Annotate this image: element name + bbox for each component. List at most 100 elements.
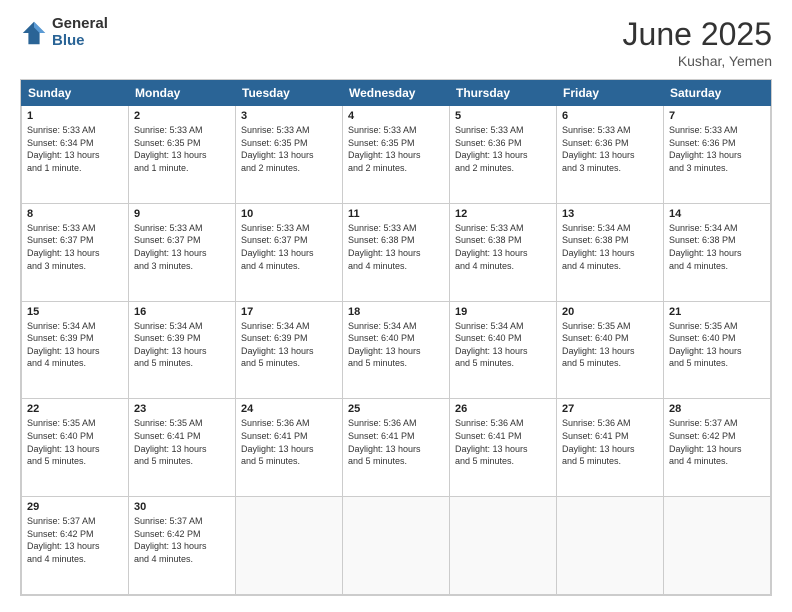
day-info: Sunrise: 5:33 AM Sunset: 6:37 PM Dayligh…: [27, 222, 123, 272]
day-number: 26: [455, 403, 551, 415]
day-cell: [236, 497, 343, 595]
day-number: 6: [562, 110, 658, 122]
day-number: 30: [134, 501, 230, 513]
day-cell: 14 Sunrise: 5:34 AM Sunset: 6:38 PM Dayli…: [664, 203, 771, 301]
day-cell: 3Sunrise: 5:33 AM Sunset: 6:35 PM Daylig…: [236, 106, 343, 204]
day-cell: [557, 497, 664, 595]
day-cell: 30 Sunrise: 5:37 AM Sunset: 6:42 PM Dayli…: [129, 497, 236, 595]
day-info: Sunrise: 5:36 AM Sunset: 6:41 PM Dayligh…: [241, 417, 337, 467]
day-number: 5: [455, 110, 551, 122]
calendar-header: SundayMondayTuesdayWednesdayThursdayFrid…: [22, 81, 771, 106]
day-info: Sunrise: 5:35 AM Sunset: 6:40 PM Dayligh…: [27, 417, 123, 467]
day-cell: 12 Sunrise: 5:33 AM Sunset: 6:38 PM Dayli…: [450, 203, 557, 301]
page: General Blue June 2025 Kushar, Yemen Sun…: [0, 0, 792, 612]
day-cell: 27 Sunrise: 5:36 AM Sunset: 6:41 PM Dayli…: [557, 399, 664, 497]
day-info: Sunrise: 5:34 AM Sunset: 6:40 PM Dayligh…: [455, 320, 551, 370]
header-day-saturday: Saturday: [664, 81, 771, 106]
day-cell: 25 Sunrise: 5:36 AM Sunset: 6:41 PM Dayli…: [343, 399, 450, 497]
day-cell: 18 Sunrise: 5:34 AM Sunset: 6:40 PM Dayli…: [343, 301, 450, 399]
day-info: Sunrise: 5:34 AM Sunset: 6:39 PM Dayligh…: [134, 320, 230, 370]
day-cell: 11 Sunrise: 5:33 AM Sunset: 6:38 PM Dayli…: [343, 203, 450, 301]
day-info: Sunrise: 5:37 AM Sunset: 6:42 PM Dayligh…: [134, 515, 230, 565]
day-number: 13: [562, 208, 658, 220]
day-cell: 24Sunrise: 5:36 AM Sunset: 6:41 PM Dayli…: [236, 399, 343, 497]
header-day-tuesday: Tuesday: [236, 81, 343, 106]
header-day-sunday: Sunday: [22, 81, 129, 106]
day-info: Sunrise: 5:33 AM Sunset: 6:38 PM Dayligh…: [455, 222, 551, 272]
day-cell: 20Sunrise: 5:35 AM Sunset: 6:40 PM Dayli…: [557, 301, 664, 399]
day-info: Sunrise: 5:33 AM Sunset: 6:36 PM Dayligh…: [562, 124, 658, 174]
day-cell: 19 Sunrise: 5:34 AM Sunset: 6:40 PM Dayli…: [450, 301, 557, 399]
day-info: Sunrise: 5:34 AM Sunset: 6:39 PM Dayligh…: [241, 320, 337, 370]
title-block: June 2025 Kushar, Yemen: [623, 16, 772, 69]
day-number: 10: [241, 208, 337, 220]
day-info: Sunrise: 5:33 AM Sunset: 6:37 PM Dayligh…: [134, 222, 230, 272]
day-number: 4: [348, 110, 444, 122]
day-number: 7: [669, 110, 765, 122]
day-cell: 23Sunrise: 5:35 AM Sunset: 6:41 PM Dayli…: [129, 399, 236, 497]
day-info: Sunrise: 5:34 AM Sunset: 6:39 PM Dayligh…: [27, 320, 123, 370]
day-info: Sunrise: 5:37 AM Sunset: 6:42 PM Dayligh…: [27, 515, 123, 565]
day-cell: 16 Sunrise: 5:34 AM Sunset: 6:39 PM Dayli…: [129, 301, 236, 399]
day-info: Sunrise: 5:33 AM Sunset: 6:35 PM Dayligh…: [134, 124, 230, 174]
day-number: 19: [455, 306, 551, 318]
day-cell: 13 Sunrise: 5:34 AM Sunset: 6:38 PM Dayli…: [557, 203, 664, 301]
logo-blue-text: Blue: [52, 33, 108, 50]
day-cell: 26Sunrise: 5:36 AM Sunset: 6:41 PM Dayli…: [450, 399, 557, 497]
day-cell: 28Sunrise: 5:37 AM Sunset: 6:42 PM Dayli…: [664, 399, 771, 497]
day-cell: 6 Sunrise: 5:33 AM Sunset: 6:36 PM Daylig…: [557, 106, 664, 204]
day-number: 8: [27, 208, 123, 220]
week-row-3: 22 Sunrise: 5:35 AM Sunset: 6:40 PM Dayli…: [22, 399, 771, 497]
day-info: Sunrise: 5:34 AM Sunset: 6:38 PM Dayligh…: [562, 222, 658, 272]
day-cell: 21 Sunrise: 5:35 AM Sunset: 6:40 PM Dayli…: [664, 301, 771, 399]
day-number: 25: [348, 403, 444, 415]
day-number: 28: [669, 403, 765, 415]
day-number: 12: [455, 208, 551, 220]
day-info: Sunrise: 5:33 AM Sunset: 6:35 PM Dayligh…: [241, 124, 337, 174]
day-cell: 17 Sunrise: 5:34 AM Sunset: 6:39 PM Dayli…: [236, 301, 343, 399]
logo-icon: [20, 19, 48, 47]
day-cell: 4Sunrise: 5:33 AM Sunset: 6:35 PM Daylig…: [343, 106, 450, 204]
day-number: 15: [27, 306, 123, 318]
day-info: Sunrise: 5:33 AM Sunset: 6:34 PM Dayligh…: [27, 124, 123, 174]
location: Kushar, Yemen: [623, 53, 772, 69]
day-info: Sunrise: 5:33 AM Sunset: 6:37 PM Dayligh…: [241, 222, 337, 272]
day-number: 22: [27, 403, 123, 415]
day-cell: 29 Sunrise: 5:37 AM Sunset: 6:42 PM Dayli…: [22, 497, 129, 595]
day-info: Sunrise: 5:36 AM Sunset: 6:41 PM Dayligh…: [348, 417, 444, 467]
day-number: 14: [669, 208, 765, 220]
header-day-friday: Friday: [557, 81, 664, 106]
day-number: 1: [27, 110, 123, 122]
day-number: 18: [348, 306, 444, 318]
month-title: June 2025: [623, 16, 772, 53]
header: General Blue June 2025 Kushar, Yemen: [20, 16, 772, 69]
day-number: 21: [669, 306, 765, 318]
day-info: Sunrise: 5:35 AM Sunset: 6:40 PM Dayligh…: [562, 320, 658, 370]
week-row-2: 15 Sunrise: 5:34 AM Sunset: 6:39 PM Dayli…: [22, 301, 771, 399]
day-info: Sunrise: 5:34 AM Sunset: 6:38 PM Dayligh…: [669, 222, 765, 272]
day-info: Sunrise: 5:33 AM Sunset: 6:36 PM Dayligh…: [455, 124, 551, 174]
day-cell: 22 Sunrise: 5:35 AM Sunset: 6:40 PM Dayli…: [22, 399, 129, 497]
week-row-1: 8 Sunrise: 5:33 AM Sunset: 6:37 PM Daylig…: [22, 203, 771, 301]
day-number: 17: [241, 306, 337, 318]
day-info: Sunrise: 5:34 AM Sunset: 6:40 PM Dayligh…: [348, 320, 444, 370]
day-cell: 15 Sunrise: 5:34 AM Sunset: 6:39 PM Dayli…: [22, 301, 129, 399]
day-info: Sunrise: 5:36 AM Sunset: 6:41 PM Dayligh…: [562, 417, 658, 467]
day-info: Sunrise: 5:35 AM Sunset: 6:40 PM Dayligh…: [669, 320, 765, 370]
calendar: SundayMondayTuesdayWednesdayThursdayFrid…: [20, 79, 772, 596]
day-number: 27: [562, 403, 658, 415]
day-cell: [450, 497, 557, 595]
day-cell: 7Sunrise: 5:33 AM Sunset: 6:36 PM Daylig…: [664, 106, 771, 204]
header-day-monday: Monday: [129, 81, 236, 106]
day-number: 2: [134, 110, 230, 122]
day-cell: [343, 497, 450, 595]
header-day-wednesday: Wednesday: [343, 81, 450, 106]
day-cell: 1 Sunrise: 5:33 AM Sunset: 6:34 PM Daylig…: [22, 106, 129, 204]
day-cell: 8 Sunrise: 5:33 AM Sunset: 6:37 PM Daylig…: [22, 203, 129, 301]
week-row-0: 1 Sunrise: 5:33 AM Sunset: 6:34 PM Daylig…: [22, 106, 771, 204]
header-day-thursday: Thursday: [450, 81, 557, 106]
day-info: Sunrise: 5:33 AM Sunset: 6:38 PM Dayligh…: [348, 222, 444, 272]
day-number: 16: [134, 306, 230, 318]
day-number: 29: [27, 501, 123, 513]
day-number: 11: [348, 208, 444, 220]
